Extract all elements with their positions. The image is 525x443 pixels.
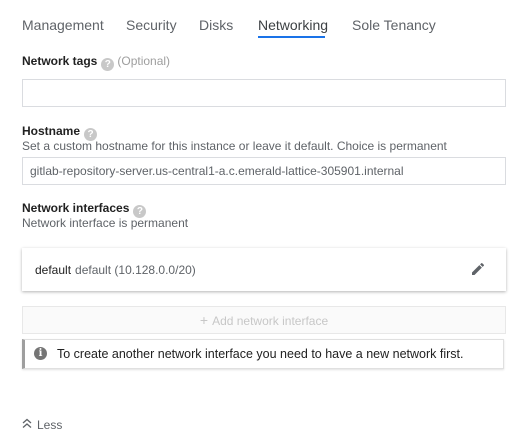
hostname-input[interactable]: gitlab-repository-server.us-central1-a.c… xyxy=(22,157,506,185)
add-network-interface-button[interactable]: + Add network interface xyxy=(22,306,506,334)
info-message: i To create another network interface yo… xyxy=(22,339,504,369)
help-icon[interactable]: ? xyxy=(101,58,115,71)
hostname-hint: Set a custom hostname for this instance … xyxy=(22,139,447,153)
tab-management[interactable]: Management xyxy=(22,17,104,33)
plus-icon: + xyxy=(199,312,209,328)
network-tags-heading: Network tags? (Optional) xyxy=(22,54,170,71)
info-message-text: To create another network interface you … xyxy=(57,347,464,361)
hostname-label: Hostname xyxy=(22,124,81,138)
optional-label: (Optional) xyxy=(117,54,171,68)
hostname-value: gitlab-repository-server.us-central1-a.c… xyxy=(30,164,404,178)
add-network-interface-label: Add network interface xyxy=(212,314,329,328)
network-interface-detail: default (10.128.0.0/20) xyxy=(75,263,196,277)
network-tags-input[interactable] xyxy=(22,79,506,107)
tab-sole-tenancy[interactable]: Sole Tenancy xyxy=(352,17,436,33)
tab-networking[interactable]: Networking xyxy=(258,17,328,33)
double-chevron-up-icon xyxy=(22,418,32,428)
tab-bar: Management Security Disks Networking Sol… xyxy=(0,0,525,40)
less-label: Less xyxy=(37,418,63,432)
active-tab-indicator xyxy=(258,36,325,38)
tab-disks[interactable]: Disks xyxy=(199,17,233,33)
info-icon: i xyxy=(34,347,47,360)
network-interface-card[interactable]: default default (10.128.0.0/20) xyxy=(22,248,506,291)
less-toggle[interactable]: Less xyxy=(22,418,62,432)
network-interface-name: default xyxy=(35,263,72,277)
network-interface-summary: default default (10.128.0.0/20) xyxy=(35,263,196,277)
network-tags-label: Network tags xyxy=(22,54,98,68)
network-interfaces-label: Network interfaces xyxy=(22,201,130,215)
network-interfaces-hint: Network interface is permanent xyxy=(22,216,189,230)
tab-security[interactable]: Security xyxy=(126,17,177,33)
pencil-icon[interactable] xyxy=(470,261,486,277)
